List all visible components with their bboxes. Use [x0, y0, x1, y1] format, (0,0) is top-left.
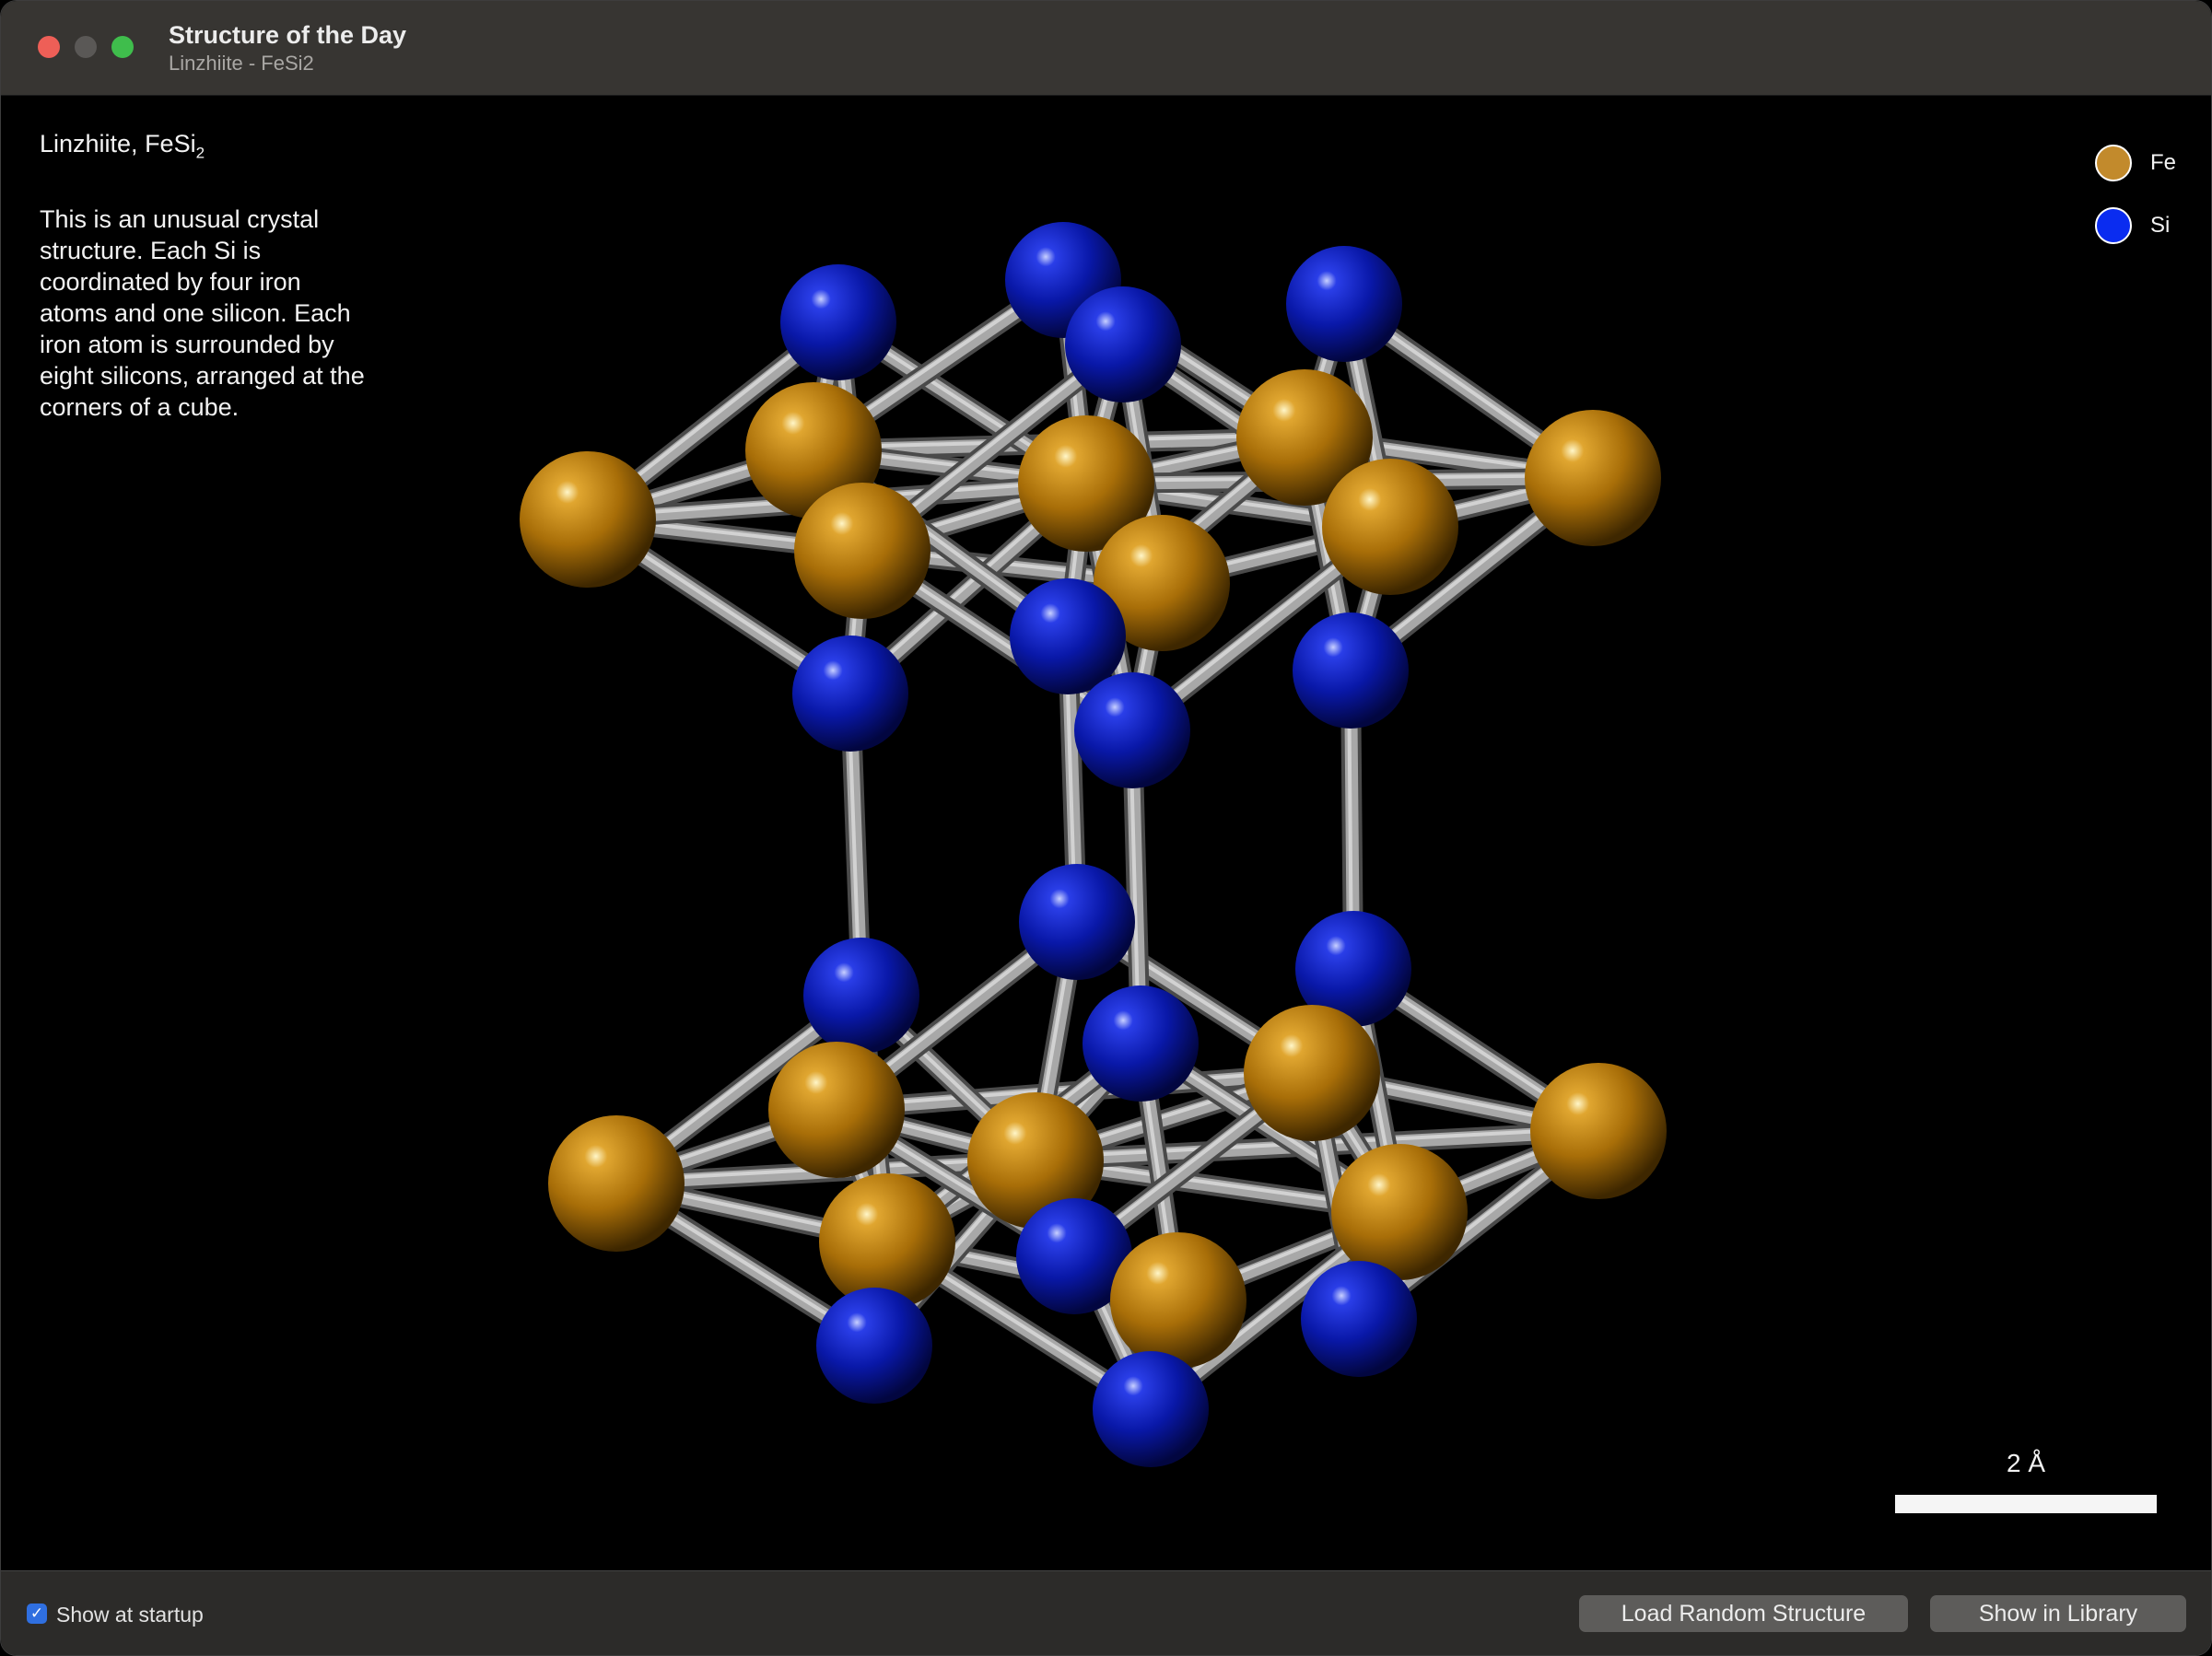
fe-color-swatch — [2094, 145, 2132, 181]
fe-atom[interactable] — [548, 1115, 685, 1252]
fe-atom[interactable] — [1331, 1144, 1468, 1280]
window-title: Structure of the Day — [169, 21, 407, 49]
show-in-library-button[interactable]: Show in Library — [1930, 1595, 2186, 1632]
scale-label: 2 Å — [2006, 1449, 2046, 1477]
fe-atom[interactable] — [768, 1042, 905, 1178]
si-atom[interactable] — [816, 1288, 932, 1404]
si-atom[interactable] — [780, 264, 896, 380]
structure-info: Linzhiite, FeSi2 This is an unusual crys… — [40, 128, 371, 423]
si-atom[interactable] — [803, 938, 919, 1054]
si-color-swatch — [2094, 207, 2132, 244]
structure-of-the-day-window: Structure of the Day Linzhiite - FeSi2 L… — [0, 0, 2212, 1656]
load-random-structure-button[interactable]: Load Random Structure — [1579, 1595, 1908, 1632]
si-atom[interactable] — [1083, 985, 1199, 1102]
formula-subscript: 2 — [195, 144, 205, 162]
fe-atom[interactable] — [1244, 1005, 1380, 1141]
window-subtitle: Linzhiite - FeSi2 — [169, 52, 314, 75]
si-atom[interactable] — [1293, 612, 1409, 729]
structure-name: Linzhiite, FeSi — [40, 130, 196, 157]
structure-viewport[interactable]: Linzhiite, FeSi2 This is an unusual crys… — [1, 97, 2211, 1570]
close-window-button[interactable] — [38, 36, 60, 58]
fe-atom[interactable] — [1525, 410, 1661, 546]
bottom-toolbar: ✓ Show at startup Load Random Structure … — [1, 1570, 2211, 1655]
legend-label-si: Si — [2149, 213, 2171, 238]
fe-atom[interactable] — [520, 451, 656, 588]
si-atom[interactable] — [1074, 672, 1190, 788]
si-atom[interactable] — [792, 636, 908, 752]
show-at-startup-label[interactable]: Show at startup — [56, 1603, 204, 1627]
fe-atom[interactable] — [1110, 1232, 1246, 1369]
structure-title: Linzhiite, FeSi2 — [40, 128, 371, 169]
si-atom[interactable] — [1065, 286, 1181, 402]
legend-label-fe: Fe — [2149, 150, 2176, 175]
si-atom[interactable] — [1019, 864, 1135, 980]
element-legend: Fe Si — [2094, 145, 2176, 270]
si-atom[interactable] — [1301, 1261, 1417, 1377]
show-at-startup-checkbox[interactable]: ✓ — [27, 1604, 47, 1624]
zoom-window-button[interactable] — [111, 36, 134, 58]
fe-atom[interactable] — [1530, 1063, 1667, 1199]
fe-atom[interactable] — [794, 483, 930, 619]
structure-description: This is an unusual crystal structure. Ea… — [40, 205, 365, 422]
legend-item-si: Si — [2094, 207, 2176, 244]
minimize-window-button[interactable] — [75, 36, 97, 58]
si-atom[interactable] — [1010, 578, 1126, 694]
legend-item-fe: Fe — [2094, 145, 2176, 181]
fe-atom[interactable] — [1322, 459, 1458, 595]
si-atom[interactable] — [1286, 246, 1402, 362]
scale-bar — [1895, 1495, 2157, 1513]
scale-indicator: 2 Å — [1895, 1449, 2157, 1513]
title-bar: Structure of the Day Linzhiite - FeSi2 — [1, 1, 2211, 96]
si-atom[interactable] — [1093, 1351, 1209, 1467]
